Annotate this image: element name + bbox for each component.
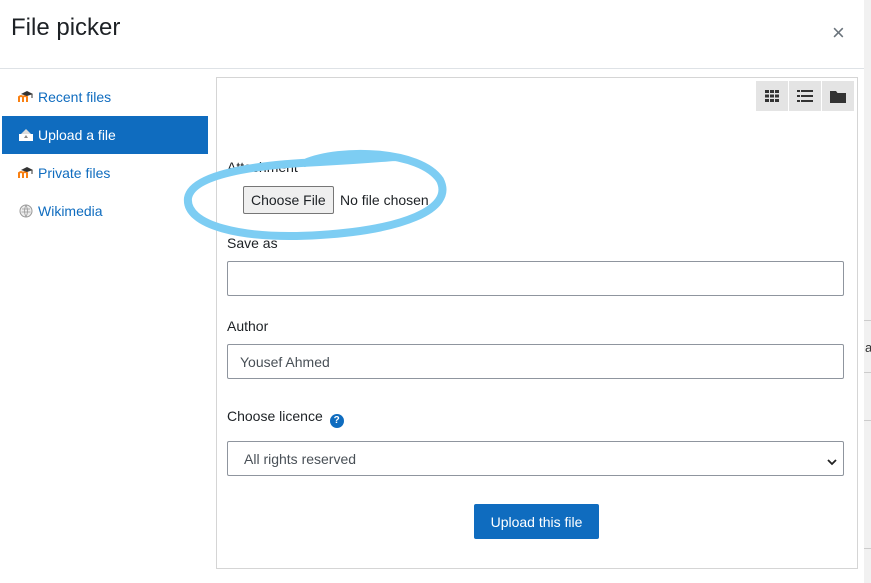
- moodle-icon: [18, 89, 34, 105]
- sidebar-item-label: Wikimedia: [38, 203, 103, 219]
- background-divider: [864, 320, 871, 321]
- modal-title: File picker: [11, 14, 121, 41]
- background-text: a: [865, 340, 871, 355]
- author-label: Author: [227, 318, 269, 334]
- wikimedia-icon: [18, 203, 34, 219]
- licence-label-row: Choose licence?: [227, 408, 344, 428]
- save-as-input[interactable]: [227, 261, 844, 296]
- background-divider: [864, 372, 871, 373]
- file-picker-dialog: File picker × Recent files Upload a file…: [0, 0, 864, 583]
- licence-selected-value: All rights reserved: [244, 450, 357, 467]
- grid-view-icon[interactable]: [756, 81, 788, 111]
- close-icon[interactable]: ×: [832, 22, 845, 44]
- sidebar-item-recent-files[interactable]: Recent files: [0, 78, 210, 116]
- author-input[interactable]: Yousef Ahmed: [227, 344, 844, 379]
- folder-view-icon[interactable]: [822, 81, 854, 111]
- upload-panel: Attachment Choose File No file chosen Sa…: [216, 77, 858, 569]
- upload-icon: [18, 127, 34, 143]
- choose-file-button[interactable]: Choose File: [243, 186, 334, 214]
- sidebar-item-label: Recent files: [38, 89, 112, 105]
- background-divider: [864, 548, 871, 549]
- attachment-label: Attachment: [227, 159, 298, 175]
- modal-header: File picker ×: [0, 0, 864, 69]
- list-view-icon[interactable]: [789, 81, 821, 111]
- repository-sidebar: Recent files Upload a file Private files…: [0, 78, 210, 230]
- background-divider: [864, 420, 871, 421]
- save-as-label: Save as: [227, 235, 278, 251]
- background-page-strip: a: [864, 0, 871, 583]
- help-icon[interactable]: ?: [329, 413, 344, 428]
- sidebar-item-private-files[interactable]: Private files: [0, 154, 210, 192]
- chevron-down-icon: [827, 453, 837, 469]
- sidebar-item-upload-file[interactable]: Upload a file: [2, 116, 208, 154]
- moodle-icon: [18, 165, 34, 181]
- licence-label: Choose licence: [227, 408, 323, 424]
- upload-this-file-button[interactable]: Upload this file: [474, 504, 599, 539]
- sidebar-item-label: Upload a file: [38, 127, 116, 143]
- no-file-chosen-text: No file chosen: [340, 192, 429, 208]
- sidebar-item-label: Private files: [38, 165, 111, 181]
- sidebar-item-wikimedia[interactable]: Wikimedia: [0, 192, 210, 230]
- view-toolbar: [755, 81, 854, 111]
- licence-select[interactable]: All rights reserved: [227, 441, 844, 476]
